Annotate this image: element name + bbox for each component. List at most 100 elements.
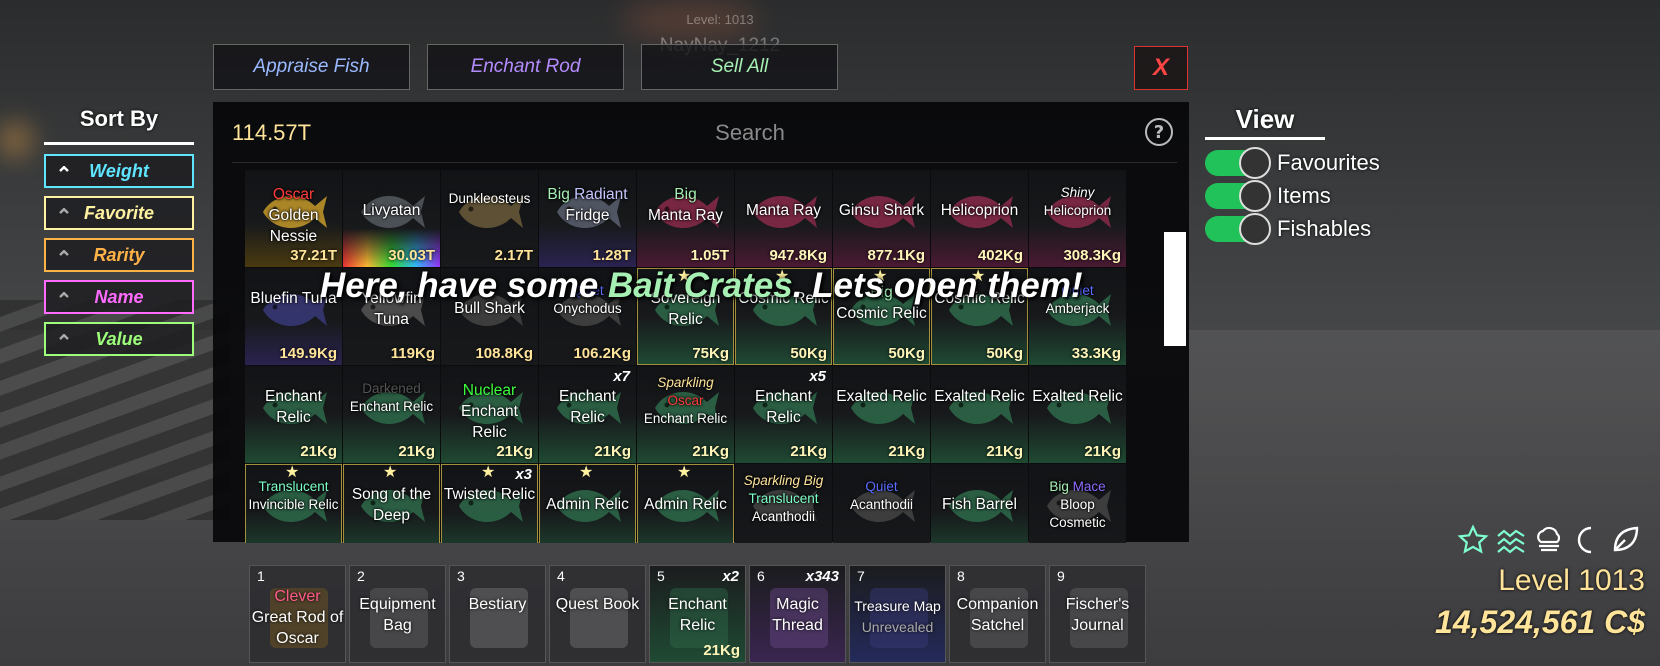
inventory-item[interactable]: Sparkling Big Translucent Acanthodii [735, 464, 832, 543]
inventory-item[interactable]: Darkened Enchant Relic 21Kg [343, 366, 440, 463]
hotbar-item-name: Bestiary [468, 596, 527, 613]
sort-rarity-button[interactable]: ⌃ Rarity [44, 238, 194, 272]
help-icon[interactable]: ? [1145, 118, 1173, 146]
item-weight: 33.3Kg [1071, 345, 1121, 362]
hotbar-slot-8[interactable]: 8 Companion Satchel [949, 565, 1046, 663]
inventory-item[interactable]: Big Mace Bloop Cosmetic [1029, 464, 1126, 543]
inventory-item[interactable]: Exalted Relic 21Kg [931, 366, 1028, 463]
sort-value-button[interactable]: ⌃ Value [44, 322, 194, 356]
inventory-item[interactable]: ★ Admin Relic [637, 464, 734, 543]
inventory-item[interactable]: x7 Enchant Relic 21Kg [539, 366, 636, 463]
item-quantity: x5 [809, 368, 826, 385]
hotbar-item-subtitle: Unrevealed [861, 619, 934, 635]
item-modifiers: Shiny [1031, 184, 1124, 202]
item-weight: 149.9Kg [279, 345, 337, 362]
toggle-knob [1239, 179, 1271, 212]
hotbar-item-name-block: Magic Thread [750, 594, 845, 636]
hotbar-slot-3[interactable]: 3 Bestiary [449, 565, 546, 663]
item-weight: 21Kg [594, 443, 631, 460]
item-name-block: Admin Relic [541, 494, 634, 515]
item-name-block: Ginsu Shark [835, 200, 928, 221]
item-name-block: Twisted Relic [443, 484, 536, 505]
inventory-item[interactable]: ★ Song of the Deep [343, 464, 440, 543]
item-name: Ginsu Shark [838, 202, 925, 219]
close-button[interactable]: X [1134, 46, 1188, 90]
appraise-fish-button[interactable]: Appraise Fish [213, 44, 410, 90]
banner-text-end: . Lets open them! [792, 266, 1083, 305]
sort-name-button[interactable]: ⌃ Name [44, 280, 194, 314]
item-name: Enchant Relic [461, 403, 518, 441]
inventory-item[interactable]: Quiet Acanthodii [833, 464, 930, 543]
inventory-item[interactable]: ★ Translucent Invincible Relic [245, 464, 342, 543]
hotbar-slot-6[interactable]: 6 x343 Magic Thread [749, 565, 846, 663]
inventory-item[interactable]: Dunkleosteus 2.17T [441, 170, 538, 267]
item-modifiers: Darkened [345, 380, 438, 398]
hotbar-slot-5[interactable]: 5 x2 Enchant Relic 21Kg [649, 565, 746, 663]
hotbar-slot-number: 6 [757, 568, 765, 584]
toggle-switch[interactable] [1205, 212, 1271, 245]
item-name-block: Big Manta Ray [639, 184, 732, 226]
favorite-star-icon: ★ [481, 464, 496, 481]
hotbar-slot-1[interactable]: 1 Clever Great Rod of Oscar [249, 565, 346, 663]
favorite-star-icon: ★ [383, 464, 398, 481]
moon-icon [1577, 526, 1592, 554]
item-weight: 21Kg [986, 443, 1023, 460]
sort-weight-button[interactable]: ⌃ Weight [44, 154, 194, 188]
book-icon [564, 578, 634, 654]
inventory-scrollbar[interactable] [1164, 232, 1186, 346]
item-weight: 308.3Kg [1063, 247, 1121, 264]
item-name: Acanthodii [751, 509, 816, 524]
background-level-text: Level: 1013 [686, 12, 754, 27]
inventory-item[interactable]: Exalted Relic 21Kg [1029, 366, 1126, 463]
inventory-item[interactable]: ★ Admin Relic [539, 464, 636, 543]
hotbar-slot-2[interactable]: 2 Equipment Bag [349, 565, 446, 663]
inventory-item[interactable]: Exalted Relic 21Kg [833, 366, 930, 463]
inventory-item[interactable]: Nuclear Enchant Relic 21Kg [441, 366, 538, 463]
inventory-item[interactable]: Manta Ray 947.8Kg [735, 170, 832, 267]
chevron-up-icon: ⌃ [55, 206, 73, 228]
item-modifier: Sparkling Big [743, 473, 824, 488]
item-name-block: Nuclear Enchant Relic [443, 380, 536, 443]
item-modifiers: Big Mace [1031, 478, 1124, 496]
item-weight: 21Kg [300, 443, 337, 460]
hotbar-item-name: Treasure Map [854, 598, 941, 614]
inventory-item[interactable]: Fish Barrel [931, 464, 1028, 543]
sort-option-label: Value [95, 328, 143, 349]
hotbar-slot-9[interactable]: 9 Fischer's Journal [1049, 565, 1146, 663]
hotbar-item-name-block: Enchant Relic [650, 594, 745, 636]
item-name: Enchant Relic [755, 388, 812, 426]
toggle-switch[interactable] [1205, 146, 1271, 179]
sort-option-label: Rarity [93, 244, 145, 265]
item-name-block: Fish Barrel [933, 494, 1026, 515]
favorite-star-icon: ★ [579, 464, 594, 481]
item-modifier: Translucent [258, 479, 329, 494]
search-input[interactable] [560, 114, 940, 152]
toggle-switch[interactable] [1205, 179, 1271, 212]
item-name-block: Dunkleosteus [443, 190, 536, 208]
inventory-item[interactable]: Livyatan 30.03T [343, 170, 440, 267]
inventory-item[interactable]: Sparkling Oscar Enchant Relic 21Kg [637, 366, 734, 463]
inventory-item[interactable]: ★ x3 Twisted Relic [441, 464, 538, 543]
item-name-block: Translucent Invincible Relic [247, 478, 340, 514]
hotbar-slot-7[interactable]: 7 Treasure Map Unrevealed [849, 565, 946, 663]
enchant-rod-button[interactable]: Enchant Rod [427, 44, 624, 90]
inventory-item[interactable]: Helicoprion 402Kg [931, 170, 1028, 267]
hotbar-slot-number: 1 [257, 568, 265, 584]
sort-favorite-button[interactable]: ⌃ Favorite [44, 196, 194, 230]
inventory-item[interactable]: Big Manta Ray 1.05T [637, 170, 734, 267]
item-modifiers: Nuclear [443, 380, 536, 401]
sell-all-button[interactable]: Sell All [641, 44, 838, 90]
inventory-item[interactable]: Oscar Golden Nessie 37.21T [245, 170, 342, 267]
inventory-item[interactable]: Shiny Helicoprion 308.3Kg [1029, 170, 1126, 267]
star-icon [1457, 524, 1489, 554]
sort-option-label: Favorite [83, 202, 155, 223]
item-weight: 21Kg [496, 443, 533, 460]
hotbar-item-name: Companion Satchel [956, 596, 1039, 634]
inventory-item[interactable]: x5 Enchant Relic 21Kg [735, 366, 832, 463]
hotbar-item-quantity: x2 [722, 568, 739, 585]
hotbar-slot-4[interactable]: 4 Quest Book [549, 565, 646, 663]
inventory-item[interactable]: Big Radiant Fridge 1.28T [539, 170, 636, 267]
inventory-item[interactable]: Enchant Relic 21Kg [245, 366, 342, 463]
item-quantity: x3 [515, 466, 532, 483]
inventory-item[interactable]: Ginsu Shark 877.1Kg [833, 170, 930, 267]
